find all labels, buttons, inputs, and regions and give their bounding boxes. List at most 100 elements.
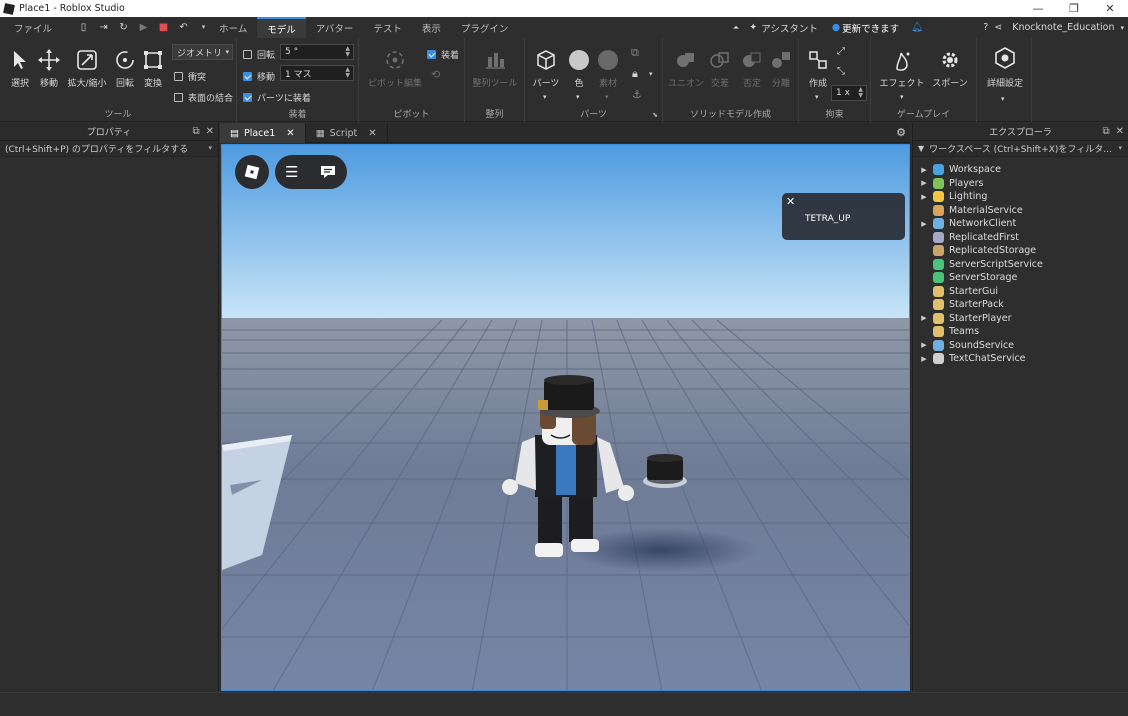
align-tool-button[interactable]: 整列ツール bbox=[469, 48, 521, 89]
group-icon[interactable]: ⧉ bbox=[631, 46, 639, 60]
material-button[interactable]: 素材 bbox=[591, 48, 625, 89]
share-icon[interactable]: ⋖ bbox=[994, 22, 1002, 33]
user-account-button[interactable]: Knocknote_Education bbox=[1012, 22, 1114, 33]
transform-tool-button[interactable]: 変換 bbox=[136, 48, 170, 89]
undock-icon[interactable]: ⧉ bbox=[1102, 126, 1109, 137]
explorer-item-players[interactable]: ▶ Players bbox=[913, 177, 984, 190]
explorer-item-serverstorage[interactable]: ServerStorage bbox=[913, 271, 1017, 284]
explorer-item-networkclient[interactable]: ▶ NetworkClient bbox=[913, 217, 1016, 230]
stepper-icon[interactable]: ▲ ▼ bbox=[345, 46, 350, 58]
explorer-item-startergui[interactable]: StarterGui bbox=[913, 285, 998, 298]
effects-dropdown-icon[interactable]: ▾ bbox=[900, 93, 904, 101]
explorer-item-starterpack[interactable]: StarterPack bbox=[913, 298, 1004, 311]
menu-file[interactable]: ファイル bbox=[0, 17, 62, 38]
scale-tool-button[interactable]: 拡大/縮小 bbox=[67, 48, 107, 89]
move-tool-button[interactable]: 移動 bbox=[32, 48, 66, 89]
spawn-button[interactable]: スポーン bbox=[932, 48, 968, 89]
3d-viewport[interactable]: ☰ ✕ TETRA_UP bbox=[221, 144, 910, 691]
menu-test[interactable]: テスト bbox=[363, 17, 412, 38]
close-window-button[interactable]: ✕ bbox=[1092, 0, 1128, 17]
show-welds-icon[interactable]: ⤢ bbox=[837, 46, 845, 57]
stop-icon[interactable]: ■ bbox=[158, 22, 169, 33]
undock-icon[interactable]: ⧉ bbox=[192, 126, 199, 137]
close-icon[interactable]: ✕ bbox=[206, 126, 214, 137]
expand-arrow-icon[interactable]: ▶ bbox=[919, 314, 929, 322]
expand-arrow-icon[interactable]: ▶ bbox=[919, 341, 929, 349]
explorer-item-lighting[interactable]: ▶ Lighting bbox=[913, 190, 987, 203]
join-surfaces-checkbox[interactable]: 表面の結合 bbox=[174, 91, 233, 104]
effects-button[interactable]: エフェクト bbox=[879, 48, 925, 89]
lock-icon[interactable]: 🔒︎ bbox=[632, 67, 638, 81]
join-parts-checkbox[interactable]: パーツに装着 bbox=[243, 91, 311, 104]
attach-pivot-checkbox[interactable]: 装着 bbox=[427, 48, 459, 61]
separate-button[interactable]: 分離 bbox=[764, 48, 798, 89]
notification-bell-icon[interactable]: 🔔︎ bbox=[911, 22, 923, 33]
expand-arrow-icon[interactable]: ▶ bbox=[919, 355, 929, 363]
explorer-item-workspace[interactable]: ▶ Workspace bbox=[913, 163, 1001, 176]
part-dropdown-icon[interactable]: ▾ bbox=[543, 93, 547, 101]
explorer-item-soundservice[interactable]: ▶ SoundService bbox=[913, 339, 1014, 352]
viewport-settings-gear-icon[interactable]: ⚙ bbox=[896, 126, 906, 139]
close-icon[interactable]: ✕ bbox=[1116, 126, 1124, 137]
explorer-item-materialservice[interactable]: MaterialService bbox=[913, 204, 1023, 217]
explorer-item-textchatservice[interactable]: ▶ TextChatService bbox=[913, 352, 1026, 365]
advanced-dropdown-icon[interactable]: ▾ bbox=[1001, 95, 1005, 103]
pivot-reset-icon[interactable]: ⟲ bbox=[431, 68, 440, 81]
geometry-dropdown[interactable]: ジオメトリ ▾ bbox=[172, 44, 233, 60]
menu-home[interactable]: ホーム bbox=[209, 17, 257, 38]
close-tab-icon[interactable]: ✕ bbox=[368, 128, 376, 139]
expand-arrow-icon[interactable]: ▶ bbox=[919, 179, 929, 187]
intersect-button[interactable]: 交差 bbox=[703, 48, 737, 89]
menu-plugins[interactable]: プラグイン bbox=[451, 17, 519, 38]
expand-arrow-icon[interactable]: ▶ bbox=[919, 220, 929, 228]
explorer-item-replicatedstorage[interactable]: ReplicatedStorage bbox=[913, 244, 1036, 257]
filter-icon[interactable]: ▼ bbox=[918, 144, 924, 153]
explorer-item-starterplayer[interactable]: ▶ StarterPlayer bbox=[913, 312, 1012, 325]
constraint-scale-field[interactable]: 1 x ▲ ▼ bbox=[831, 85, 867, 101]
roblox-menu-button[interactable] bbox=[235, 155, 269, 189]
create-dropdown-icon[interactable]: ▾ bbox=[815, 93, 819, 101]
color-dropdown-icon[interactable]: ▾ bbox=[576, 93, 580, 101]
user-dropdown-icon[interactable]: ▾ bbox=[1120, 24, 1124, 32]
chevron-down-icon[interactable]: ▾ bbox=[208, 144, 212, 152]
edit-pivot-button[interactable]: ピボット編集 bbox=[363, 48, 427, 89]
constraint-details-icon[interactable]: ⤡ bbox=[837, 66, 845, 77]
chevron-down-icon[interactable]: ▾ bbox=[1118, 144, 1122, 152]
anchor-icon[interactable]: ⚓︎ bbox=[632, 88, 642, 101]
close-tab-icon[interactable]: ✕ bbox=[286, 128, 294, 139]
advanced-settings-button[interactable]: 詳細設定 bbox=[985, 46, 1025, 89]
menu-model[interactable]: モデル bbox=[257, 17, 306, 38]
explorer-item-replicatedfirst[interactable]: ReplicatedFirst bbox=[913, 231, 1019, 244]
explorer-filter-input[interactable]: ▼ ワークスペース (Ctrl+Shift+X)をフィルタ... ▾ bbox=[913, 141, 1128, 157]
expand-arrow-icon[interactable]: ▶ bbox=[919, 193, 929, 201]
explorer-item-serverscriptservice[interactable]: ServerScriptService bbox=[913, 258, 1043, 271]
expand-arrow-icon[interactable]: ▶ bbox=[919, 166, 929, 174]
menu-view[interactable]: 表示 bbox=[412, 17, 451, 38]
customize-toolbar-icon[interactable]: ▾ bbox=[198, 22, 209, 33]
chat-bubble-icon[interactable] bbox=[319, 164, 337, 180]
open-file-icon[interactable]: ⇥ bbox=[98, 22, 109, 33]
tab-script[interactable]: ▦ Script ✕ bbox=[306, 123, 388, 143]
hamburger-menu-icon[interactable]: ☰ bbox=[285, 163, 298, 181]
move-snap-field[interactable]: 1 マス ▲ ▼ bbox=[280, 65, 354, 81]
help-icon[interactable]: ? bbox=[983, 22, 988, 33]
collapse-ribbon-icon[interactable]: ⏶ bbox=[733, 23, 739, 33]
maximize-button[interactable]: ❐ bbox=[1056, 0, 1092, 17]
create-constraint-button[interactable]: 作成 bbox=[801, 48, 835, 89]
update-available-button[interactable]: 更新できます bbox=[842, 21, 899, 35]
minimize-button[interactable]: — bbox=[1020, 0, 1056, 17]
explorer-item-teams[interactable]: Teams bbox=[913, 325, 979, 338]
union-button[interactable]: ユニオン bbox=[668, 48, 704, 89]
tab-place1[interactable]: ▤ Place1 ✕ bbox=[220, 123, 306, 143]
properties-filter-input[interactable]: (Ctrl+Shift+P) のプロパティをフィルタする ▾ bbox=[0, 141, 218, 157]
redo-icon[interactable]: ↻ bbox=[118, 22, 129, 33]
close-notification-icon[interactable]: ✕ bbox=[786, 195, 795, 208]
rotate-snap-checkbox[interactable]: 回転 bbox=[243, 48, 275, 61]
undo-icon[interactable]: ↶ bbox=[178, 22, 189, 33]
new-file-icon[interactable]: ▯ bbox=[78, 22, 89, 33]
part-button[interactable]: パーツ bbox=[529, 48, 563, 89]
material-dropdown-icon[interactable]: ▾ bbox=[605, 93, 609, 101]
move-snap-checkbox[interactable]: 移動 bbox=[243, 70, 275, 83]
rotate-snap-field[interactable]: 5 ° ▲ ▼ bbox=[280, 44, 354, 60]
lock-dropdown-icon[interactable]: ▾ bbox=[649, 70, 653, 78]
